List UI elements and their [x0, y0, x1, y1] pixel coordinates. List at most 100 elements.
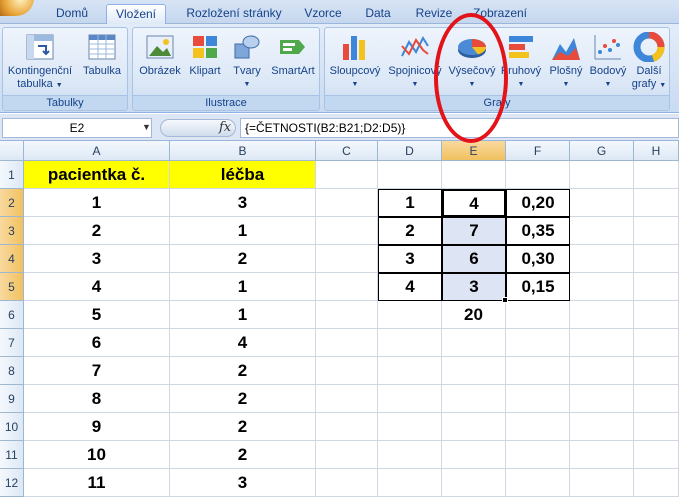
cell-b3[interactable]: 1: [170, 217, 316, 245]
empty-cell[interactable]: [316, 161, 378, 189]
empty-cell[interactable]: [378, 469, 442, 497]
empty-cell[interactable]: [506, 301, 570, 329]
empty-cell[interactable]: [506, 441, 570, 469]
empty-cell[interactable]: [378, 357, 442, 385]
row-header-7[interactable]: 7: [0, 329, 24, 357]
insert-function-icon[interactable]: fx: [219, 120, 231, 135]
column-header-d[interactable]: D: [378, 141, 442, 161]
column-header-b[interactable]: B: [170, 141, 316, 161]
other-charts-button[interactable]: Další grafy ▼: [629, 31, 669, 92]
empty-cell[interactable]: [506, 469, 570, 497]
empty-cell[interactable]: [442, 329, 506, 357]
cell-b8[interactable]: 2: [170, 357, 316, 385]
empty-cell[interactable]: [506, 413, 570, 441]
cell-e5[interactable]: 3: [442, 273, 506, 301]
column-header-c[interactable]: C: [316, 141, 378, 161]
cell-b12[interactable]: 3: [170, 469, 316, 497]
empty-cell[interactable]: [442, 469, 506, 497]
empty-cell[interactable]: [316, 469, 378, 497]
empty-cell[interactable]: [634, 469, 679, 497]
empty-cell[interactable]: [378, 301, 442, 329]
cell-a9[interactable]: 8: [24, 385, 170, 413]
row-header-4[interactable]: 4: [0, 245, 24, 273]
empty-cell[interactable]: [442, 441, 506, 469]
row-header-12[interactable]: 12: [0, 469, 24, 497]
column-header-g[interactable]: G: [570, 141, 634, 161]
cell-a3[interactable]: 2: [24, 217, 170, 245]
empty-cell[interactable]: [634, 329, 679, 357]
empty-cell[interactable]: [316, 217, 378, 245]
line-chart-button[interactable]: Spojnicový ▼: [385, 32, 445, 91]
cell-f5[interactable]: 0,15: [506, 273, 570, 301]
empty-cell[interactable]: [570, 329, 634, 357]
cell-a8[interactable]: 7: [24, 357, 170, 385]
tab-rozlozeni-stranky[interactable]: Rozložení stránky: [178, 4, 290, 24]
cell-a2[interactable]: 1: [24, 189, 170, 217]
row-header-2[interactable]: 2: [0, 189, 24, 217]
empty-cell[interactable]: [316, 245, 378, 273]
empty-cell[interactable]: [316, 329, 378, 357]
empty-cell[interactable]: [570, 357, 634, 385]
row-header-8[interactable]: 8: [0, 357, 24, 385]
cell-b5[interactable]: 1: [170, 273, 316, 301]
empty-cell[interactable]: [506, 161, 570, 189]
cell-d2[interactable]: 1: [378, 189, 442, 217]
empty-cell[interactable]: [634, 245, 679, 273]
column-header-f[interactable]: F: [506, 141, 570, 161]
tab-vzorce[interactable]: Vzorce: [298, 4, 348, 24]
empty-cell[interactable]: [634, 385, 679, 413]
cell-a7[interactable]: 6: [24, 329, 170, 357]
tab-vlozeni[interactable]: Vložení: [106, 4, 166, 24]
empty-cell[interactable]: [506, 329, 570, 357]
empty-cell[interactable]: [442, 357, 506, 385]
row-header-9[interactable]: 9: [0, 385, 24, 413]
cell-b4[interactable]: 2: [170, 245, 316, 273]
tab-revize[interactable]: Revize: [408, 4, 460, 24]
empty-cell[interactable]: [570, 161, 634, 189]
tab-domu[interactable]: Domů: [46, 4, 98, 24]
clipart-button[interactable]: Klipart: [185, 32, 225, 78]
column-header-h[interactable]: H: [634, 141, 679, 161]
empty-cell[interactable]: [316, 189, 378, 217]
empty-cell[interactable]: [634, 273, 679, 301]
select-all-corner[interactable]: [0, 141, 24, 161]
column-chart-button[interactable]: Sloupcový ▼: [327, 32, 383, 91]
fill-handle[interactable]: [502, 297, 508, 303]
column-header-e[interactable]: E: [442, 141, 506, 161]
cell-a4[interactable]: 3: [24, 245, 170, 273]
scatter-chart-button[interactable]: Bodový ▼: [587, 32, 629, 91]
cell-f2[interactable]: 0,20: [506, 189, 570, 217]
column-header-a[interactable]: A: [24, 141, 170, 161]
cell-b9[interactable]: 2: [170, 385, 316, 413]
row-header-3[interactable]: 3: [0, 217, 24, 245]
empty-cell[interactable]: [634, 161, 679, 189]
cell-f4[interactable]: 0,30: [506, 245, 570, 273]
cell-b10[interactable]: 2: [170, 413, 316, 441]
cell-e3[interactable]: 7: [442, 217, 506, 245]
empty-cell[interactable]: [570, 469, 634, 497]
cell-a5[interactable]: 4: [24, 273, 170, 301]
row-header-11[interactable]: 11: [0, 441, 24, 469]
empty-cell[interactable]: [634, 301, 679, 329]
cell-b1[interactable]: léčba: [170, 161, 316, 189]
row-header-6[interactable]: 6: [0, 301, 24, 329]
cell-a12[interactable]: 11: [24, 469, 170, 497]
cell-d4[interactable]: 3: [378, 245, 442, 273]
empty-cell[interactable]: [570, 189, 634, 217]
formula-input[interactable]: {=ČETNOSTI(B2:B21;D2:D5)}: [240, 118, 679, 138]
empty-cell[interactable]: [570, 441, 634, 469]
shapes-button[interactable]: Tvary ▼: [227, 32, 267, 91]
cell-a1[interactable]: pacientka č.: [24, 161, 170, 189]
bar-chart-button[interactable]: Pruhový ▼: [499, 32, 543, 91]
cell-e6[interactable]: 20: [442, 301, 506, 329]
empty-cell[interactable]: [570, 217, 634, 245]
empty-cell[interactable]: [634, 413, 679, 441]
empty-cell[interactable]: [378, 385, 442, 413]
empty-cell[interactable]: [570, 245, 634, 273]
tab-zobrazeni[interactable]: Zobrazení: [464, 4, 536, 24]
empty-cell[interactable]: [316, 301, 378, 329]
office-button[interactable]: [0, 0, 34, 16]
empty-cell[interactable]: [316, 413, 378, 441]
cell-b2[interactable]: 3: [170, 189, 316, 217]
smartart-button[interactable]: SmartArt: [269, 32, 317, 78]
